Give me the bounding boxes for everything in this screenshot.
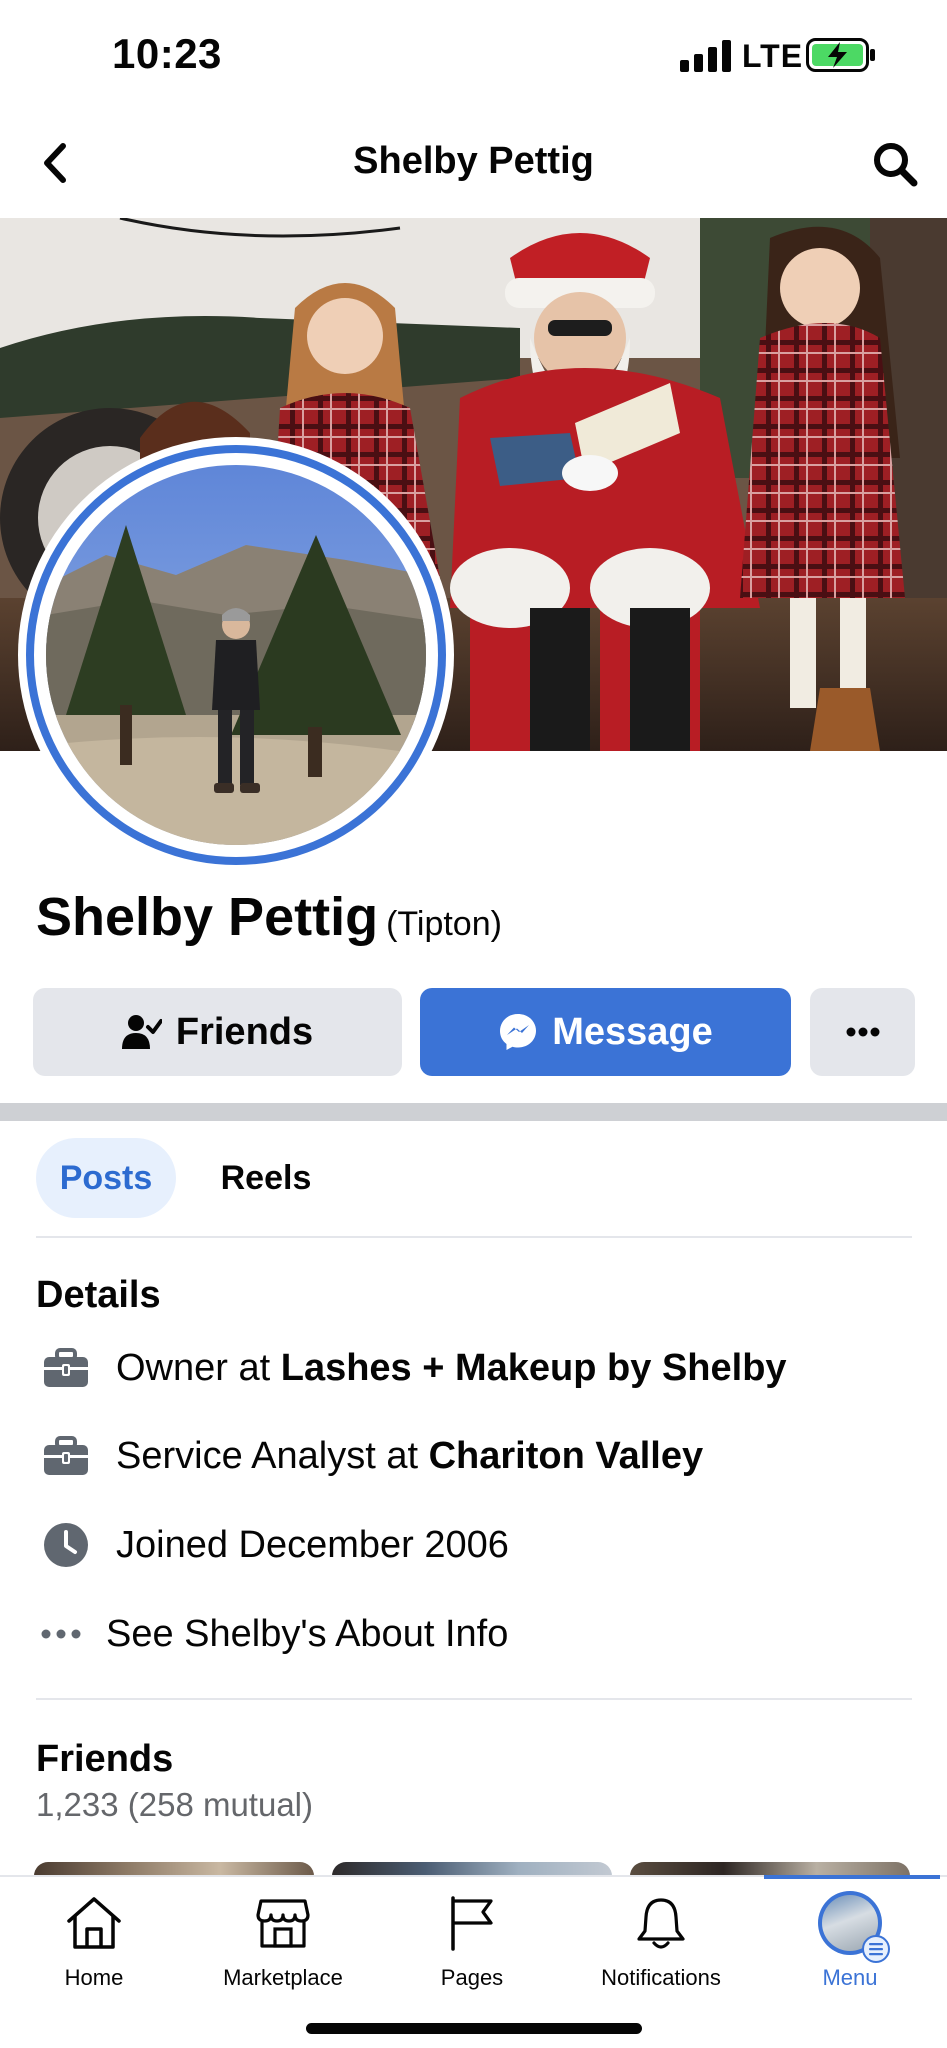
more-dots-icon	[36, 1604, 86, 1664]
profile-name-text: Shelby Pettig	[36, 887, 379, 947]
friend-check-icon	[121, 1015, 162, 1049]
see-about-info-text: See Shelby's About Info	[106, 1612, 509, 1655]
battery-charging-icon	[806, 38, 875, 72]
tab-menu-label: Menu	[822, 1965, 878, 1990]
friends-button[interactable]: Friends	[33, 988, 402, 1076]
bell-icon	[629, 1891, 693, 1955]
detail-work-1-prefix: Owner at	[116, 1346, 281, 1389]
clock-icon	[36, 1515, 96, 1575]
tab-notifications[interactable]: Notifications	[571, 1891, 751, 2001]
status-time: 10:23	[112, 30, 222, 77]
tab-pages-label: Pages	[440, 1965, 504, 1990]
detail-work-1[interactable]: Owner at Lashes + Makeup by Shelby	[36, 1338, 787, 1398]
search-button[interactable]	[867, 136, 923, 192]
tab-home[interactable]: Home	[4, 1891, 184, 2001]
search-icon	[874, 143, 918, 187]
home-indicator[interactable]	[306, 2023, 642, 2034]
messenger-icon	[500, 1014, 537, 1050]
detail-joined: Joined December 2006	[36, 1515, 509, 1575]
status-bar: 10:23 LTE	[0, 0, 947, 110]
friends-button-label: Friends	[175, 1010, 314, 1053]
briefcase-icon	[36, 1426, 96, 1486]
tab-posts[interactable]: Posts	[36, 1138, 176, 1218]
divider	[36, 1698, 912, 1700]
detail-work-2-prefix: Service Analyst at	[116, 1434, 429, 1477]
flag-icon	[440, 1891, 504, 1955]
message-button-label: Message	[552, 1010, 713, 1053]
tab-menu[interactable]: Menu	[760, 1891, 940, 2001]
profile-avatar[interactable]	[18, 437, 454, 873]
more-dots-icon	[846, 1027, 879, 1037]
avatar-photo	[46, 465, 426, 845]
tab-marketplace-label: Marketplace	[223, 1965, 343, 1990]
friends-count: 1,233 (258 mutual)	[36, 1786, 314, 1823]
detail-work-2[interactable]: Service Analyst at Chariton Valley	[36, 1426, 703, 1486]
tab-reels[interactable]: Reels	[196, 1138, 336, 1218]
friends-heading: Friends	[36, 1738, 174, 1780]
nav-header: Shelby Pettig	[0, 110, 947, 218]
home-icon	[62, 1891, 126, 1955]
menu-avatar-icon	[818, 1891, 890, 1963]
briefcase-icon	[36, 1338, 96, 1398]
message-button[interactable]: Message	[420, 988, 791, 1076]
divider	[36, 1236, 912, 1238]
detail-work-1-place[interactable]: Lashes + Makeup by Shelby	[281, 1347, 787, 1390]
detail-joined-text: Joined December 2006	[116, 1523, 509, 1566]
tab-home-label: Home	[64, 1965, 124, 1990]
hamburger-icon	[862, 1935, 890, 1963]
detail-work-2-place[interactable]: Chariton Valley	[429, 1435, 704, 1478]
tab-notifications-label: Notifications	[601, 1965, 721, 1990]
section-divider	[0, 1103, 947, 1121]
signal-icon	[680, 40, 731, 72]
more-options-button[interactable]	[810, 988, 915, 1076]
page-title: Shelby Pettig	[353, 140, 594, 182]
story-ring	[26, 445, 446, 865]
tab-marketplace[interactable]: Marketplace	[193, 1891, 373, 2001]
active-tab-indicator	[764, 1875, 940, 1879]
bottom-tab-bar: Home Marketplace Pages Notifications Men…	[0, 1875, 947, 2048]
details-heading: Details	[36, 1274, 161, 1316]
tab-pages[interactable]: Pages	[382, 1891, 562, 2001]
profile-alt-name: (Tipton)	[386, 905, 502, 943]
marketplace-icon	[251, 1891, 315, 1955]
network-type: LTE	[742, 38, 804, 74]
see-about-info-link[interactable]: See Shelby's About Info	[36, 1604, 508, 1664]
profile-name: Shelby Pettig (Tipton)	[36, 886, 502, 948]
